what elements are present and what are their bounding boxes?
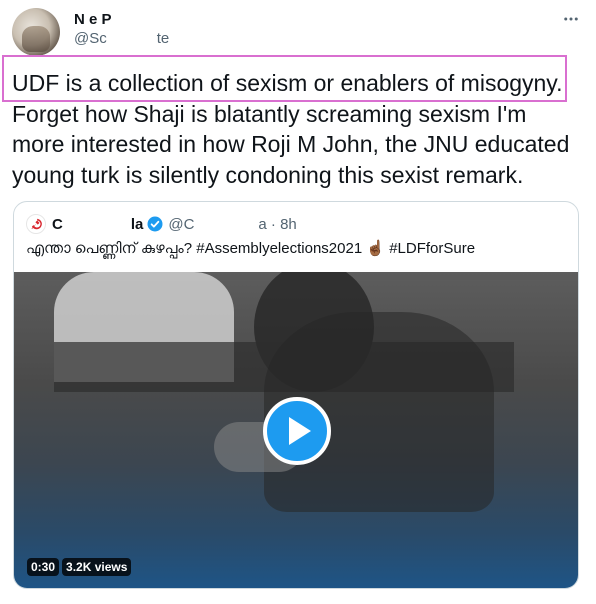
quoted-author-name-start[interactable]: C xyxy=(52,216,63,233)
tweet-line: more interested in how Roji M John, the … xyxy=(12,131,570,157)
author-handle-start: @Sc xyxy=(74,30,107,47)
quoted-author-name-end[interactable]: la xyxy=(131,216,144,233)
tweet-line: young turk is silently condoning this se… xyxy=(12,161,524,188)
video-player[interactable]: 0:30 3.2K views xyxy=(14,272,578,588)
hammer-sickle-icon[interactable] xyxy=(26,214,46,234)
author-handle[interactable]: @Sc te xyxy=(74,30,169,47)
quoted-tweet-card[interactable]: C la @C a · 8h എന്താ പെണ്ണിന് കുഴപ്പം? #… xyxy=(13,201,579,589)
author-name[interactable]: N e P xyxy=(74,11,112,28)
quoted-author-handle[interactable]: @C xyxy=(168,216,194,233)
hashtag-link[interactable]: #Assemblyelections2021 xyxy=(196,240,362,257)
author-avatar[interactable] xyxy=(12,8,60,56)
play-button[interactable] xyxy=(263,397,331,465)
pointing-up-emoji: ☝🏾 xyxy=(366,240,386,257)
tweet-line: Forget how Shaji is blatantly screaming … xyxy=(12,100,527,127)
quoted-tweet-text: എന്താ പെണ്ണിന് കുഴപ്പം? #Assemblyelectio… xyxy=(26,239,475,257)
quoted-timestamp[interactable]: a · 8h xyxy=(258,216,296,233)
verified-badge-icon xyxy=(146,215,164,233)
tweet-text: UDF is a collection of sexism or enabler… xyxy=(12,68,584,190)
more-options-icon[interactable] xyxy=(559,7,583,31)
video-meta: 0:30 3.2K views xyxy=(27,558,132,576)
tweet-line: UDF is a collection of sexism or enabler… xyxy=(12,70,563,96)
quoted-tweet-header: C la @C a · 8h xyxy=(26,214,297,234)
author-handle-end: te xyxy=(156,30,170,47)
quoted-text-prefix: എന്താ പെണ്ണിന് കുഴപ്പം? xyxy=(26,240,197,257)
video-views: 3.2K views xyxy=(62,558,132,576)
video-duration: 0:30 xyxy=(27,558,60,576)
hashtag-link[interactable]: #LDFforSure xyxy=(389,240,475,257)
play-icon xyxy=(289,417,311,445)
